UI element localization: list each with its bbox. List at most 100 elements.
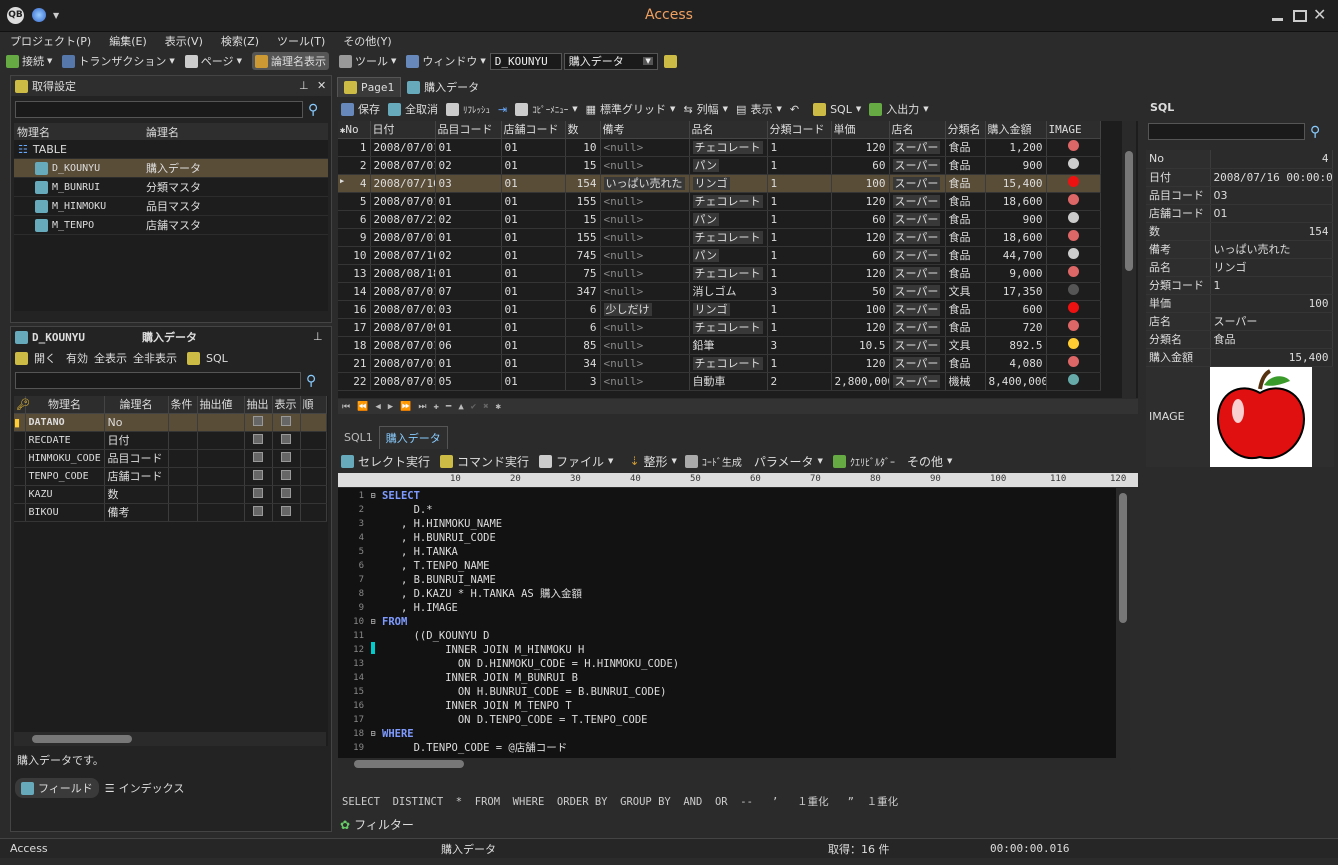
grid-cell[interactable]: 17 [338, 318, 371, 337]
col-image[interactable]: IMAGE [1046, 121, 1101, 139]
grid-cell[interactable]: 自動車 [689, 372, 768, 391]
display-checkbox[interactable] [272, 467, 301, 486]
menu-edit[interactable]: 編集(E) [109, 33, 147, 49]
property-row[interactable]: 分類コード 1 [1146, 276, 1333, 295]
grid-cell[interactable]: <null> [600, 282, 690, 301]
grid-cell[interactable]: スーパー [889, 354, 946, 373]
col-store-name[interactable]: 店名 [889, 121, 946, 139]
property-row[interactable]: 数 154 [1146, 222, 1333, 241]
undo-icon[interactable]: ↶ [790, 103, 799, 116]
grid-cell[interactable]: パン [689, 210, 768, 229]
code-line[interactable]: 12 INNER JOIN M_HINMOKU H [338, 641, 1130, 659]
code-line[interactable]: 19 D.TENPO_CODE = @店舗コード [338, 741, 1130, 755]
grid-cell[interactable]: 消しゴム [689, 282, 768, 301]
grid-cell[interactable]: 155 [565, 228, 601, 247]
select-run-button[interactable]: セレクト実行 [358, 453, 430, 470]
parameter-button[interactable]: パラメータ [754, 453, 814, 470]
new-sql-icon[interactable] [663, 54, 677, 68]
grid-cell[interactable]: チェコレート [689, 228, 768, 247]
col-date[interactable]: 日付 [370, 121, 436, 139]
col-item-name[interactable]: 品名 [689, 121, 768, 139]
file-button[interactable]: ファイル [556, 453, 604, 470]
grid-cell[interactable]: 07 [435, 282, 502, 301]
grid-row[interactable]: 22 2008/07/01 05 01 3 <null> 自動車 2 2,800,000 スーパー… [338, 372, 1101, 391]
column-width-button[interactable]: 列幅 [697, 101, 719, 117]
grid-cell[interactable]: 10 [338, 246, 371, 265]
grid-cell[interactable]: パン [689, 156, 768, 175]
close-icon[interactable]: ✕ [317, 79, 326, 92]
grid-cell[interactable]: 01 [501, 228, 566, 247]
grid-cell[interactable]: <null> [600, 210, 690, 229]
grid-cell[interactable]: 01 [435, 354, 502, 373]
grid-cell[interactable]: 01 [501, 174, 566, 193]
tree-header-logical[interactable]: 論理名 [146, 124, 179, 140]
grid-cell[interactable]: 1 [767, 246, 832, 265]
grid-cell[interactable]: 3 [767, 282, 832, 301]
grid-cell[interactable]: 2008/07/01 [370, 138, 436, 157]
grid-cell[interactable]: 745 [565, 246, 601, 265]
minimize-button[interactable] [1272, 18, 1283, 21]
grid-cell[interactable]: 60 [831, 246, 890, 265]
grid-cell[interactable]: 文具 [945, 282, 986, 301]
grid-cell[interactable]: 1 [767, 228, 832, 247]
field-col-physical[interactable]: 物理名 [25, 396, 105, 414]
tree-root-table[interactable]: ☷ TABLE [14, 140, 328, 159]
tab-field[interactable]: フィールド [15, 778, 99, 798]
grid-cell[interactable]: 食品 [945, 264, 986, 283]
property-search-input[interactable] [1148, 123, 1305, 140]
logical-name-toggle[interactable]: 論理名表示 [251, 52, 329, 70]
sql-snippet-bar[interactable]: SELECT DISTINCT * FROM WHERE ORDER BY GR… [342, 794, 898, 809]
property-row[interactable]: 日付 2008/07/16 00:00:00 [1146, 168, 1333, 187]
table-combo[interactable]: 購入データ ▼ [563, 52, 658, 70]
grid-cell[interactable]: 85 [565, 336, 601, 355]
field-col-display[interactable]: 表示 [272, 396, 301, 414]
tree-header-physical[interactable]: 物理名 [14, 124, 146, 140]
grid-cell[interactable]: <null> [600, 156, 690, 175]
grid-row[interactable]: 13 2008/08/18 01 01 75 <null> チェコレート 1 120 スーパー 食品… [338, 264, 1101, 283]
code-line[interactable]: 3 , H.HINMOKU_NAME [338, 517, 1130, 531]
grid-cell[interactable]: 1 [767, 192, 832, 211]
editor-vertical-scrollbar[interactable] [1116, 488, 1130, 770]
grid-cell[interactable]: 120 [831, 318, 890, 337]
next-page-icon[interactable]: ⏩ [400, 402, 411, 412]
grid-row[interactable]: 1 2008/07/01 01 01 10 <null> チェコレート 1 120 スーパー 食品 1… [338, 138, 1101, 157]
grid-cell[interactable]: <null> [600, 138, 690, 157]
grid-cell[interactable]: 2008/07/01 [370, 192, 436, 211]
code-line[interactable]: 6 , T.TENPO_NAME [338, 559, 1130, 573]
code-line[interactable]: 16 INNER JOIN M_TENPO T [338, 699, 1130, 713]
tab-page1[interactable]: Page1 [337, 77, 402, 97]
grid-cell[interactable]: 100 [831, 300, 890, 319]
grid-cell[interactable]: 食品 [945, 192, 986, 211]
grid-cell[interactable]: 6 [338, 210, 371, 229]
menu-tools[interactable]: ツール(T) [277, 33, 325, 49]
maximize-button[interactable] [1293, 10, 1307, 22]
grid-row[interactable]: 17 2008/07/09 01 01 6 <null> チェコレート 1 120 スーパー 食品 7… [338, 318, 1101, 337]
grid-cell[interactable]: 18,600 [985, 228, 1047, 247]
search-icon[interactable]: ⚲ [306, 373, 316, 389]
grid-cell[interactable]: 06 [435, 336, 502, 355]
filter-button[interactable]: ✿ フィルター [340, 816, 414, 833]
delete-record-icon[interactable]: ━ [446, 402, 451, 412]
grid-cell[interactable]: 14 [338, 282, 371, 301]
grid-cell[interactable]: 1 [338, 138, 371, 157]
code-line[interactable]: 1 ⊟ SELECT [338, 489, 1130, 503]
menu-search[interactable]: 検索(Z) [221, 33, 259, 49]
grid-cell[interactable]: 13 [338, 264, 371, 283]
grid-cell[interactable]: スーパー [889, 318, 946, 337]
property-row[interactable]: 分類名 食品 [1146, 330, 1333, 349]
grid-cell[interactable]: チェコレート [689, 318, 768, 337]
display-checkbox[interactable] [272, 431, 301, 450]
tree-item-m-bunrui[interactable]: M_BUNRUI 分類マスタ [14, 178, 328, 197]
grid-cell[interactable]: 03 [435, 174, 502, 193]
io-button[interactable]: 入出力 [886, 101, 919, 117]
grid-cell[interactable]: 2008/07/09 [370, 318, 436, 337]
window-button[interactable]: ウィンドウ ▼ [406, 53, 486, 69]
grid-cell[interactable]: 4,080 [985, 354, 1047, 373]
fold-marker[interactable] [364, 641, 382, 659]
grid-cell[interactable]: 120 [831, 228, 890, 247]
tree-item-m-tenpo[interactable]: M_TENPO 店舗マスタ [14, 216, 328, 235]
grid-cell[interactable]: スーパー [889, 336, 946, 355]
grid-cell[interactable]: 2008/07/01 [370, 354, 436, 373]
grid-cell[interactable]: <null> [600, 264, 690, 283]
menu-other[interactable]: その他(Y) [343, 33, 391, 49]
